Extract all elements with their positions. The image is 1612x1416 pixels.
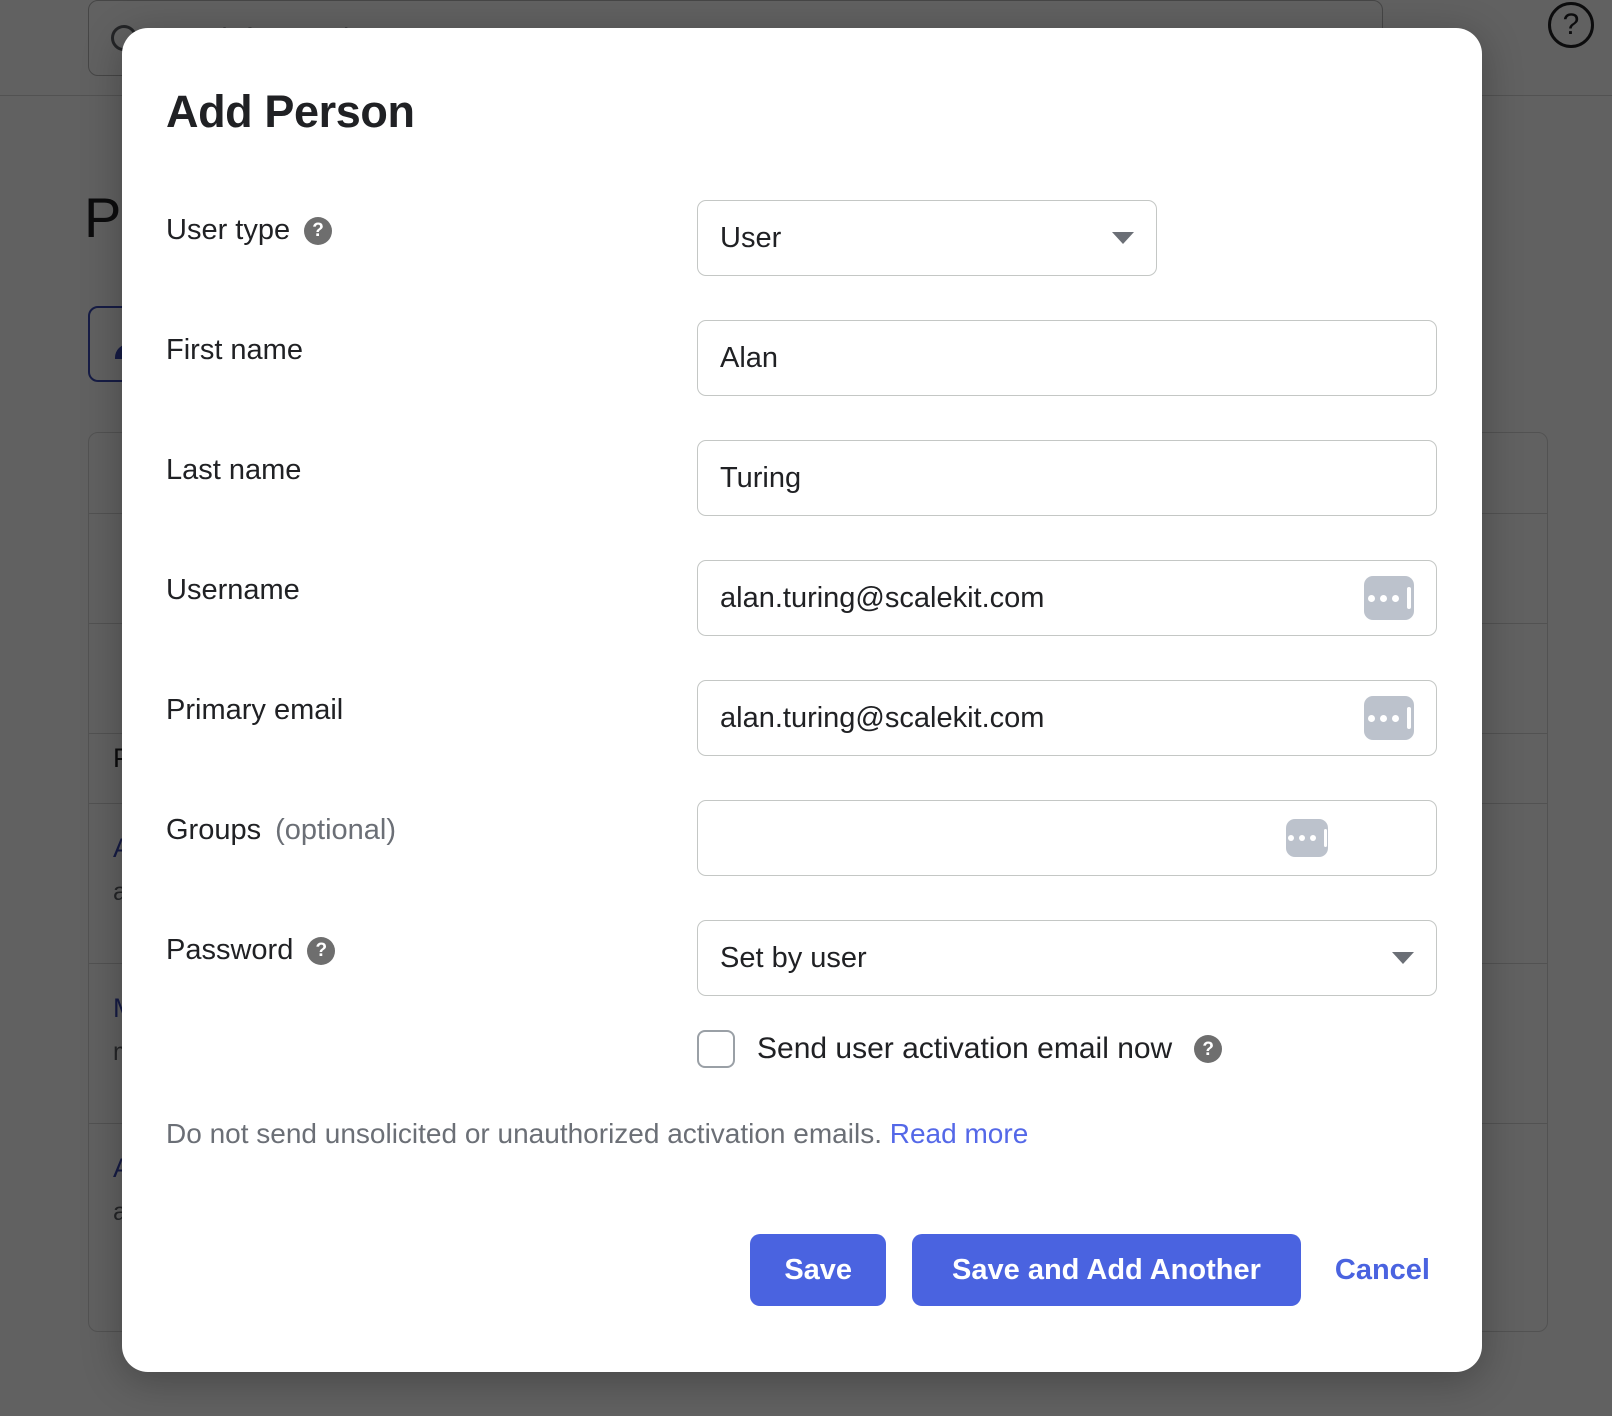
save-button[interactable]: Save — [750, 1234, 887, 1306]
label-text: User type — [166, 214, 291, 246]
ellipsis-field-picker-icon[interactable] — [1286, 819, 1328, 857]
chevron-down-icon — [1112, 232, 1134, 244]
label-text: First name — [166, 334, 303, 366]
groups-input[interactable] — [697, 800, 1437, 876]
user-type-value: User — [720, 221, 782, 254]
dialog-title: Add Person — [166, 86, 415, 137]
form-row-username: Username alan.turing@scalekit.com — [122, 548, 1482, 668]
last-name-value: Turing — [720, 461, 802, 494]
add-person-form: User type ? User First name Alan Last na… — [122, 188, 1482, 1028]
ellipsis-field-picker-icon[interactable] — [1364, 576, 1414, 620]
help-circle-icon[interactable]: ? — [304, 216, 333, 245]
activation-email-checkbox-row[interactable]: Send user activation email now ? — [697, 1030, 1223, 1068]
first-name-value: Alan — [720, 341, 779, 374]
label-password: Password ? — [166, 934, 336, 967]
label-optional: (optional) — [275, 814, 397, 846]
activation-email-checkbox[interactable] — [697, 1030, 735, 1068]
password-select[interactable]: Set by user — [697, 920, 1437, 996]
activation-note: Do not send unsolicited or unauthorized … — [166, 1118, 1028, 1150]
help-circle-icon[interactable]: ? — [307, 936, 336, 965]
screen: Search for people, groups... ? People Pe… — [0, 0, 1612, 1416]
label-groups: Groups (optional) — [166, 814, 396, 847]
first-name-input[interactable]: Alan — [697, 320, 1437, 396]
chevron-down-icon — [1392, 952, 1414, 964]
label-text: Password — [166, 934, 294, 966]
primary-email-value: alan.turing@scalekit.com — [720, 701, 1045, 734]
save-and-add-another-button[interactable]: Save and Add Another — [912, 1234, 1301, 1306]
form-row-primary-email: Primary email alan.turing@scalekit.com — [122, 668, 1482, 788]
label-user-type: User type ? — [166, 214, 333, 247]
form-row-user-type: User type ? User — [122, 188, 1482, 308]
label-text: Primary email — [166, 694, 344, 726]
primary-email-input[interactable]: alan.turing@scalekit.com — [697, 680, 1437, 756]
label-username: Username — [166, 574, 300, 607]
help-circle-icon[interactable]: ? — [1194, 1035, 1223, 1063]
dialog-actions: Save Save and Add Another Cancel — [750, 1234, 1438, 1306]
label-primary-email: Primary email — [166, 694, 343, 727]
form-row-last-name: Last name Turing — [122, 428, 1482, 548]
activation-email-label: Send user activation email now — [757, 1032, 1173, 1065]
read-more-link[interactable]: Read more — [890, 1118, 1029, 1149]
add-person-dialog: Add Person User type ? User First name A… — [122, 28, 1482, 1372]
activation-note-text: Do not send unsolicited or unauthorized … — [166, 1118, 882, 1149]
user-type-select[interactable]: User — [697, 200, 1157, 276]
form-row-first-name: First name Alan — [122, 308, 1482, 428]
form-row-groups: Groups (optional) — [122, 788, 1482, 908]
last-name-input[interactable]: Turing — [697, 440, 1437, 516]
label-text: Groups — [166, 814, 262, 846]
password-value: Set by user — [720, 941, 867, 974]
label-text: Username — [166, 574, 300, 606]
ellipsis-field-picker-icon[interactable] — [1364, 696, 1414, 740]
cancel-button[interactable]: Cancel — [1327, 1254, 1438, 1287]
username-value: alan.turing@scalekit.com — [720, 581, 1045, 614]
username-input[interactable]: alan.turing@scalekit.com — [697, 560, 1437, 636]
label-text: Last name — [166, 454, 302, 486]
form-row-password: Password ? Set by user — [122, 908, 1482, 1028]
label-last-name: Last name — [166, 454, 301, 487]
label-first-name: First name — [166, 334, 303, 367]
